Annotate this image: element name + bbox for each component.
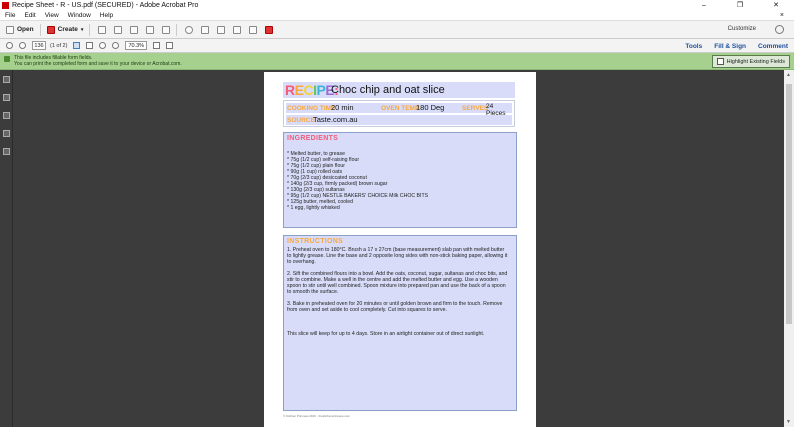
select-tool-icon[interactable]: [73, 42, 81, 49]
previous-page-icon[interactable]: [6, 42, 13, 49]
edit-pdf-icon[interactable]: [146, 25, 155, 34]
bookmark-icon[interactable]: [3, 112, 10, 119]
acrobat-app-icon: [2, 2, 9, 9]
oven-temp-label: OVEN TEMP: [381, 105, 420, 112]
serves-label: SERVES: [462, 105, 489, 112]
zoom-out-icon[interactable]: [99, 42, 107, 49]
stamp-icon[interactable]: [265, 25, 274, 34]
minimize-button[interactable]: –: [686, 0, 722, 11]
print-icon[interactable]: [130, 25, 139, 34]
toolbar-divider: [39, 23, 41, 36]
main-toolbar: Open Create ▾ Customize: [0, 21, 794, 39]
share-icon[interactable]: [249, 25, 258, 34]
notification-line-2: You can print the completed form and sav…: [14, 61, 182, 67]
recipe-label-letter: R: [285, 82, 295, 98]
highlight-fields-button[interactable]: Highlight Existing Fields: [711, 55, 790, 68]
page-number-input[interactable]: 136: [32, 41, 46, 50]
navigation-pane: [0, 70, 13, 427]
recipe-meta: COOKING TIME 20 min OVEN TEMP 180 Deg SE…: [283, 100, 515, 127]
save-icon[interactable]: [98, 25, 107, 34]
instruction-line: This slice will keep for up to 4 days. S…: [287, 331, 485, 337]
recipe-title-field[interactable]: Choc chip and oat slice: [331, 84, 445, 96]
info-icon: [4, 56, 10, 62]
cloud-icon[interactable]: [114, 25, 123, 34]
signature-icon[interactable]: [3, 130, 10, 137]
highlight-icon[interactable]: [217, 25, 226, 34]
instructions-box[interactable]: INSTRUCTIONS 1. Preheat oven to 180°C. B…: [283, 235, 517, 411]
lock-icon[interactable]: [3, 76, 10, 83]
oven-temp-field[interactable]: 180 Deg: [416, 103, 444, 112]
attach-icon[interactable]: [233, 25, 242, 34]
window-controls: – ❐ ✕: [686, 0, 794, 11]
gear-icon[interactable]: [775, 25, 784, 34]
instruction-line: to smooth the surface.: [287, 289, 339, 295]
open-label: Open: [17, 26, 34, 33]
page-footer: © Kitchen Princess 2016 · thekitchenprin…: [283, 414, 350, 418]
hand-tool-icon[interactable]: [86, 42, 94, 49]
recipe-label-letter: C: [303, 82, 314, 98]
zoom-in-icon[interactable]: [112, 42, 120, 49]
comment-icon[interactable]: [201, 25, 210, 34]
menu-help[interactable]: Help: [100, 12, 113, 19]
toolbar-divider: [176, 23, 178, 36]
fill-sign-link[interactable]: Fill & Sign: [714, 43, 746, 50]
highlight-fields-label: Highlight Existing Fields: [726, 58, 785, 65]
instruction-line: to lightly grease. Line the base and 2 o…: [287, 253, 508, 259]
chevron-down-icon: ▾: [80, 26, 84, 33]
vertical-scrollbar[interactable]: ▲ ▼: [784, 70, 794, 427]
menu-window[interactable]: Window: [68, 12, 91, 19]
window-title: Recipe Sheet - R - US.pdf (SECURED) - Ad…: [12, 2, 199, 9]
scroll-up-icon[interactable]: ▲: [786, 72, 791, 78]
fit-page-icon[interactable]: [153, 42, 161, 49]
pages-icon[interactable]: [3, 94, 10, 101]
scrollbar-thumb[interactable]: [786, 84, 792, 324]
email-icon[interactable]: [162, 25, 171, 34]
open-button[interactable]: Open: [6, 25, 34, 34]
task-pane-links: Tools Fill & Sign Comment: [673, 39, 788, 53]
meta-row-top: COOKING TIME 20 min OVEN TEMP 180 Deg SE…: [286, 103, 512, 117]
page-count: (1 of 2): [50, 42, 68, 49]
source-field[interactable]: Taste.com.au: [313, 115, 358, 124]
layers-icon[interactable]: [3, 148, 10, 155]
menu-edit[interactable]: Edit: [24, 12, 35, 19]
fit-width-icon[interactable]: [166, 42, 174, 49]
next-page-icon[interactable]: [19, 42, 26, 49]
close-window-button[interactable]: ✕: [758, 0, 794, 11]
recipe-header: RECIPE: Choc chip and oat slice: [283, 82, 515, 98]
folder-icon: [6, 25, 14, 34]
recipe-label-letter: P: [316, 82, 326, 98]
source-label: SOURCE: [287, 117, 315, 124]
close-document-button[interactable]: ×: [780, 12, 784, 19]
ingredients-box[interactable]: INGREDIENTS * Melted butter, to grease *…: [283, 132, 517, 228]
tools-link[interactable]: Tools: [685, 43, 702, 50]
settings-icon[interactable]: [185, 25, 194, 34]
customize-dropdown[interactable]: Customize: [728, 26, 756, 32]
create-button[interactable]: Create ▾: [46, 25, 84, 34]
highlight-fields-icon: [716, 58, 724, 65]
form-notification-bar: This file includes fillable form fields.…: [0, 53, 794, 70]
title-bar: Recipe Sheet - R - US.pdf (SECURED) - Ad…: [0, 0, 794, 11]
cooking-time-label: COOKING TIME: [287, 105, 336, 112]
instruction-line: to overhang.: [287, 259, 316, 265]
toolbar-divider: [89, 23, 91, 36]
cooking-time-field[interactable]: 20 min: [331, 103, 354, 112]
menu-file[interactable]: File: [5, 12, 15, 19]
menu-bar: File Edit View Window Help ×: [0, 11, 794, 21]
maximize-button[interactable]: ❐: [722, 0, 758, 11]
menu-view[interactable]: View: [45, 12, 59, 19]
create-pdf-icon: [46, 25, 55, 34]
instructions-heading: INSTRUCTIONS: [287, 238, 344, 245]
scroll-down-icon[interactable]: ▼: [786, 419, 791, 425]
form-notification-text: This file includes fillable form fields.…: [14, 55, 182, 67]
comment-link[interactable]: Comment: [758, 43, 788, 50]
instruction-line: from oven and set aside to cool complete…: [287, 307, 447, 313]
pdf-page: RECIPE: Choc chip and oat slice COOKING …: [264, 72, 536, 427]
ingredients-heading: INGREDIENTS: [287, 135, 339, 142]
zoom-level-select[interactable]: 70.3%: [125, 41, 148, 50]
navigation-toolbar: 136 (1 of 2) 70.3% Tools Fill & Sign Com…: [0, 39, 794, 53]
ingredient-line: * 1 egg, lightly whisked: [287, 205, 340, 211]
meta-row-bottom: SOURCE Taste.com.au: [286, 115, 512, 125]
create-label: Create: [57, 26, 78, 33]
